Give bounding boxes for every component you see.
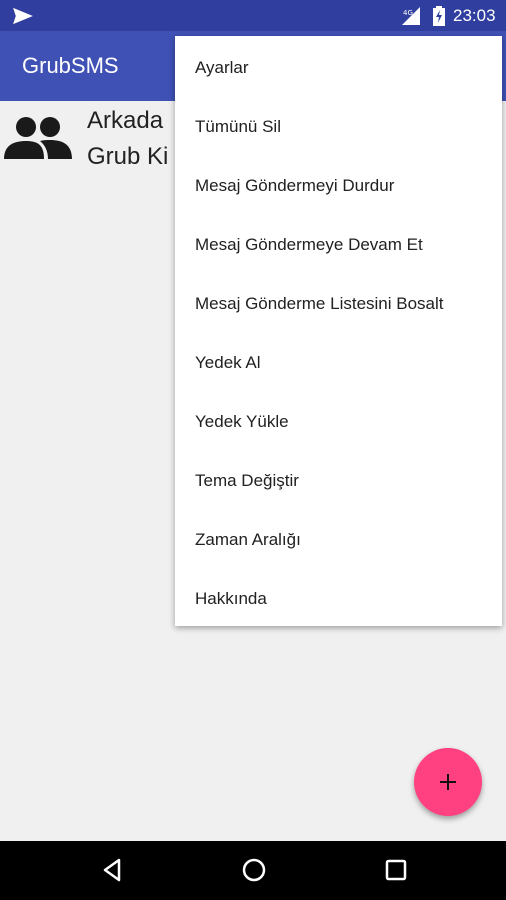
menu-item-stop-sending[interactable]: Mesaj Göndermeyi Durdur [175,156,502,215]
add-fab-button[interactable] [414,748,482,816]
menu-item-resume-sending[interactable]: Mesaj Göndermeye Devam Et [175,215,502,274]
menu-item-change-theme[interactable]: Tema Değiştir [175,451,502,510]
system-nav-bar [0,841,506,900]
app-title: GrubSMS [22,53,119,78]
overflow-menu: Ayarlar Tümünü Sil Mesaj Göndermeyi Durd… [175,36,502,626]
plus-icon [440,774,456,790]
group-subtitle: Grub Ki [87,143,169,170]
status-bar: 4G 23:03 [0,0,506,31]
menu-item-time-interval[interactable]: Zaman Aralığı [175,510,502,569]
send-icon [13,7,33,25]
menu-item-delete-all[interactable]: Tümünü Sil [175,97,502,156]
menu-item-settings[interactable]: Ayarlar [175,38,502,97]
menu-item-about[interactable]: Hakkında [175,569,502,628]
signal-4g-icon: 4G [402,7,420,25]
menu-item-backup[interactable]: Yedek Al [175,333,502,392]
menu-item-clear-send-list[interactable]: Mesaj Gönderme Listesini Bosalt [175,274,502,333]
battery-charging-icon [433,6,445,26]
group-people-icon [4,117,72,159]
home-icon[interactable] [239,855,269,885]
menu-item-restore[interactable]: Yedek Yükle [175,392,502,451]
group-name: Arkada [87,107,164,134]
status-time: 23:03 [453,6,496,25]
back-icon[interactable] [97,855,127,885]
network-label: 4G [403,9,413,17]
recents-icon[interactable] [381,855,411,885]
